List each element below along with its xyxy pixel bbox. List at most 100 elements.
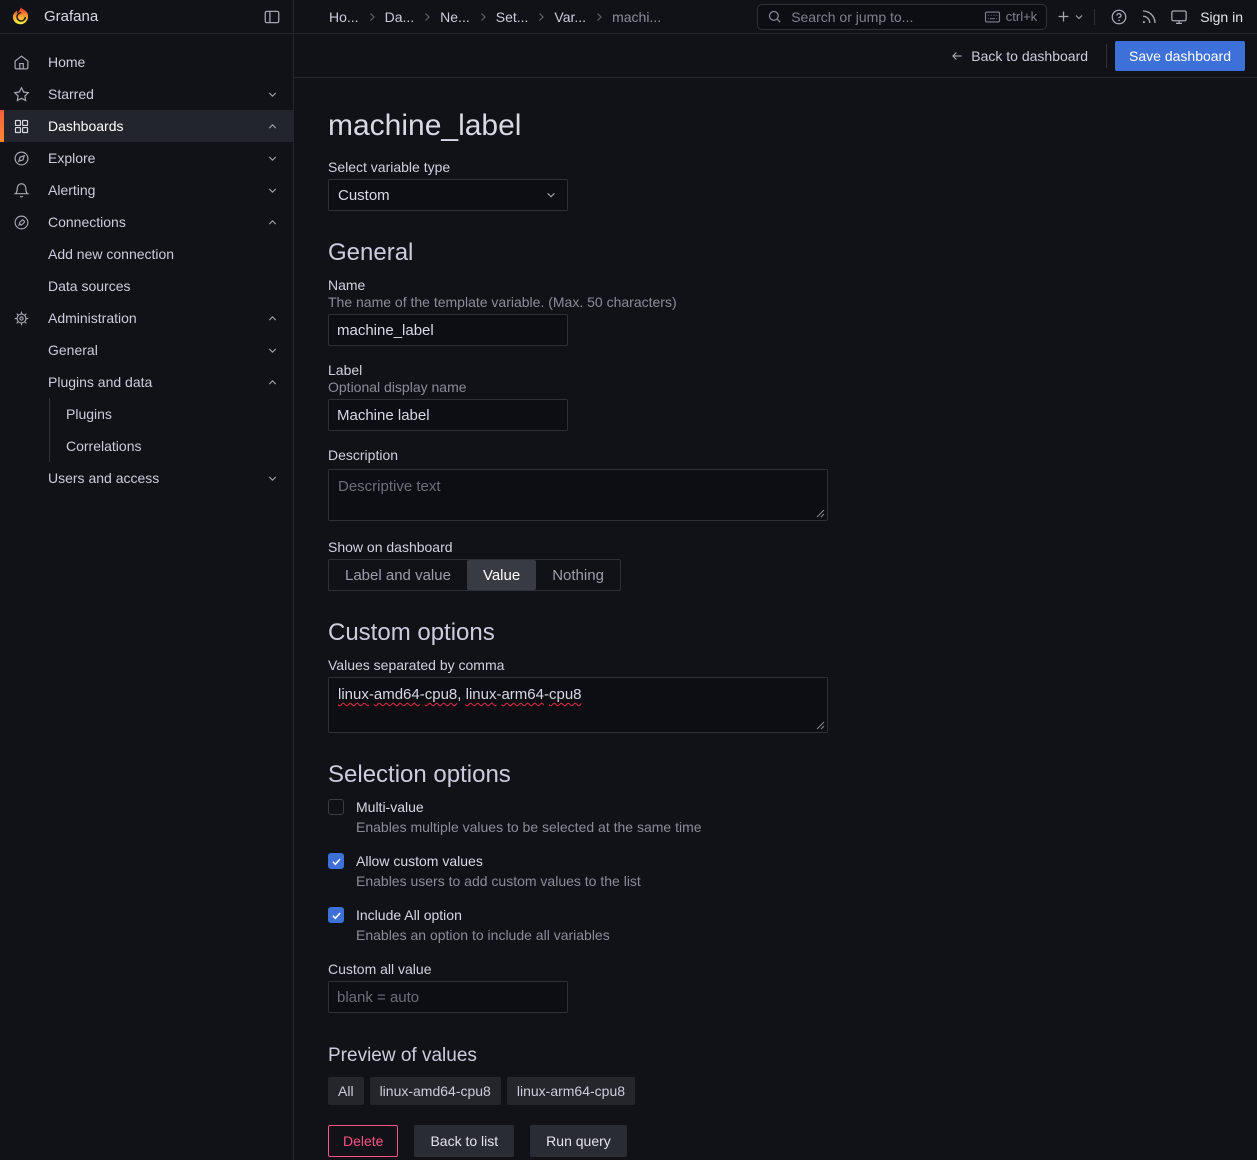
label-description: Optional display name bbox=[328, 379, 1257, 395]
chevron-down-icon[interactable] bbox=[266, 344, 279, 357]
sidebar-item-general[interactable]: General bbox=[0, 334, 293, 366]
monitor-icon bbox=[1170, 8, 1188, 26]
sidebar-item-add-new-connection[interactable]: Add new connection bbox=[0, 238, 293, 270]
show-on-dashboard-group: Label and value Value Nothing bbox=[328, 559, 621, 591]
custom-options-heading: Custom options bbox=[328, 619, 1257, 647]
top-nav-brand-area: Grafana bbox=[0, 0, 294, 33]
variable-type-select[interactable]: Custom bbox=[328, 179, 568, 211]
sidebar-item-label: Administration bbox=[48, 310, 137, 326]
multi-value-row: Multi-value Enables multiple values to b… bbox=[328, 799, 1257, 835]
sidebar-item-alerting[interactable]: Alerting bbox=[0, 174, 293, 206]
breadcrumb-item[interactable]: Da... bbox=[385, 9, 415, 25]
sidebar-item-label: General bbox=[48, 342, 98, 358]
resize-handle[interactable] bbox=[816, 509, 825, 518]
question-circle-icon bbox=[1110, 8, 1128, 26]
chevron-up-icon[interactable] bbox=[266, 120, 279, 133]
sidebar-item-label: Data sources bbox=[48, 278, 130, 294]
sign-in-link[interactable]: Sign in bbox=[1200, 9, 1243, 25]
show-option-nothing[interactable]: Nothing bbox=[536, 560, 620, 590]
sidebar-item-explore[interactable]: Explore bbox=[0, 142, 293, 174]
page-title: machine_label bbox=[328, 108, 1257, 143]
news-button[interactable] bbox=[1134, 4, 1164, 30]
values-input[interactable]: linux-amd64-cpu8, linux-arm64-cpu8 bbox=[328, 677, 828, 733]
back-to-dashboard-label: Back to dashboard bbox=[971, 48, 1088, 64]
breadcrumb-item[interactable]: Set... bbox=[496, 9, 529, 25]
include-all-checkbox[interactable] bbox=[328, 907, 344, 923]
panel-left-icon[interactable] bbox=[263, 8, 281, 26]
run-query-button[interactable]: Run query bbox=[530, 1125, 627, 1157]
include-all-description: Enables an option to include all variabl… bbox=[356, 927, 1257, 943]
custom-all-value-input[interactable] bbox=[328, 981, 568, 1013]
multi-value-checkbox[interactable] bbox=[328, 799, 344, 815]
display-button[interactable] bbox=[1164, 4, 1194, 30]
sidebar-item-label: Explore bbox=[48, 150, 95, 166]
chevron-right-icon bbox=[366, 11, 378, 23]
variable-editor: machine_label Select variable type Custo… bbox=[294, 78, 1257, 1157]
compass-icon bbox=[12, 150, 30, 167]
check-icon bbox=[331, 910, 342, 921]
sidebar-item-label: Plugins bbox=[66, 406, 112, 422]
show-option-label-and-value[interactable]: Label and value bbox=[329, 560, 467, 590]
show-option-value[interactable]: Value bbox=[467, 560, 536, 590]
sidebar-item-label: Users and access bbox=[48, 470, 159, 486]
chevron-right-icon bbox=[535, 11, 547, 23]
search-icon bbox=[767, 9, 782, 24]
chevron-down-icon[interactable] bbox=[266, 472, 279, 485]
check-icon bbox=[331, 856, 342, 867]
sidebar-item-connections[interactable]: Connections bbox=[0, 206, 293, 238]
sidebar-item-label: Dashboards bbox=[48, 118, 124, 134]
breadcrumb-item[interactable]: Ho... bbox=[329, 9, 359, 25]
preview-heading: Preview of values bbox=[328, 1045, 1257, 1067]
back-to-list-button[interactable]: Back to list bbox=[414, 1125, 514, 1157]
sidebar-item-administration[interactable]: Administration bbox=[0, 302, 293, 334]
variable-type-label: Select variable type bbox=[328, 159, 1257, 175]
breadcrumb-item[interactable]: Var... bbox=[554, 9, 586, 25]
star-icon bbox=[12, 86, 30, 103]
sidebar-item-home[interactable]: Home bbox=[0, 46, 293, 78]
name-input[interactable] bbox=[328, 314, 568, 346]
sidebar-item-plugins[interactable]: Plugins bbox=[50, 398, 293, 430]
chevron-down-icon[interactable] bbox=[266, 184, 279, 197]
breadcrumb-item[interactable]: Ne... bbox=[440, 9, 470, 25]
chevron-up-icon[interactable] bbox=[266, 376, 279, 389]
resize-handle[interactable] bbox=[816, 721, 825, 730]
sidebar-item-users-and-access[interactable]: Users and access bbox=[0, 462, 293, 494]
label-input[interactable] bbox=[328, 399, 568, 431]
top-nav: Grafana Ho... Da... Ne... Set... Var... … bbox=[0, 0, 1257, 34]
name-label: Name bbox=[328, 277, 1257, 293]
sidebar-item-dashboards[interactable]: Dashboards bbox=[0, 110, 293, 142]
add-new-button[interactable] bbox=[1055, 8, 1085, 25]
description-input[interactable]: Descriptive text bbox=[328, 469, 828, 521]
chevron-down-icon[interactable] bbox=[266, 152, 279, 165]
values-label: Values separated by comma bbox=[328, 657, 1257, 673]
sidebar-item-plugins-and-data[interactable]: Plugins and data bbox=[0, 366, 293, 398]
delete-button[interactable]: Delete bbox=[328, 1125, 398, 1157]
variable-actions: Delete Back to list Run query bbox=[328, 1125, 1257, 1157]
chevron-up-icon[interactable] bbox=[266, 216, 279, 229]
divider bbox=[1094, 9, 1095, 25]
show-on-dashboard-label: Show on dashboard bbox=[328, 539, 1257, 555]
breadcrumb-item-current: machi... bbox=[612, 9, 661, 25]
home-icon bbox=[12, 54, 30, 71]
sidebar-item-label: Plugins and data bbox=[48, 374, 152, 390]
sidebar-item-label: Alerting bbox=[48, 182, 95, 198]
sidebar-item-data-sources[interactable]: Data sources bbox=[0, 270, 293, 302]
sidebar-item-correlations[interactable]: Correlations bbox=[50, 430, 293, 462]
back-to-dashboard-button[interactable]: Back to dashboard bbox=[940, 48, 1098, 64]
chevron-right-icon bbox=[593, 11, 605, 23]
search-input[interactable]: ctrl+k bbox=[757, 4, 1047, 30]
multi-value-label: Multi-value bbox=[356, 799, 1257, 815]
chevron-down-icon[interactable] bbox=[266, 88, 279, 101]
allow-custom-values-checkbox[interactable] bbox=[328, 853, 344, 869]
search-field[interactable] bbox=[789, 8, 977, 26]
include-all-row: Include All option Enables an option to … bbox=[328, 907, 1257, 943]
label-label: Label bbox=[328, 362, 1257, 378]
multi-value-description: Enables multiple values to be selected a… bbox=[356, 819, 1257, 835]
help-button[interactable] bbox=[1104, 4, 1134, 30]
chevron-up-icon[interactable] bbox=[266, 312, 279, 325]
sidebar-item-starred[interactable]: Starred bbox=[0, 78, 293, 110]
save-dashboard-button[interactable]: Save dashboard bbox=[1115, 41, 1245, 71]
apps-grid-icon bbox=[12, 118, 30, 135]
sidebar: Home Starred Dashboards Explore Alerting… bbox=[0, 34, 294, 1160]
chevron-right-icon bbox=[477, 11, 489, 23]
